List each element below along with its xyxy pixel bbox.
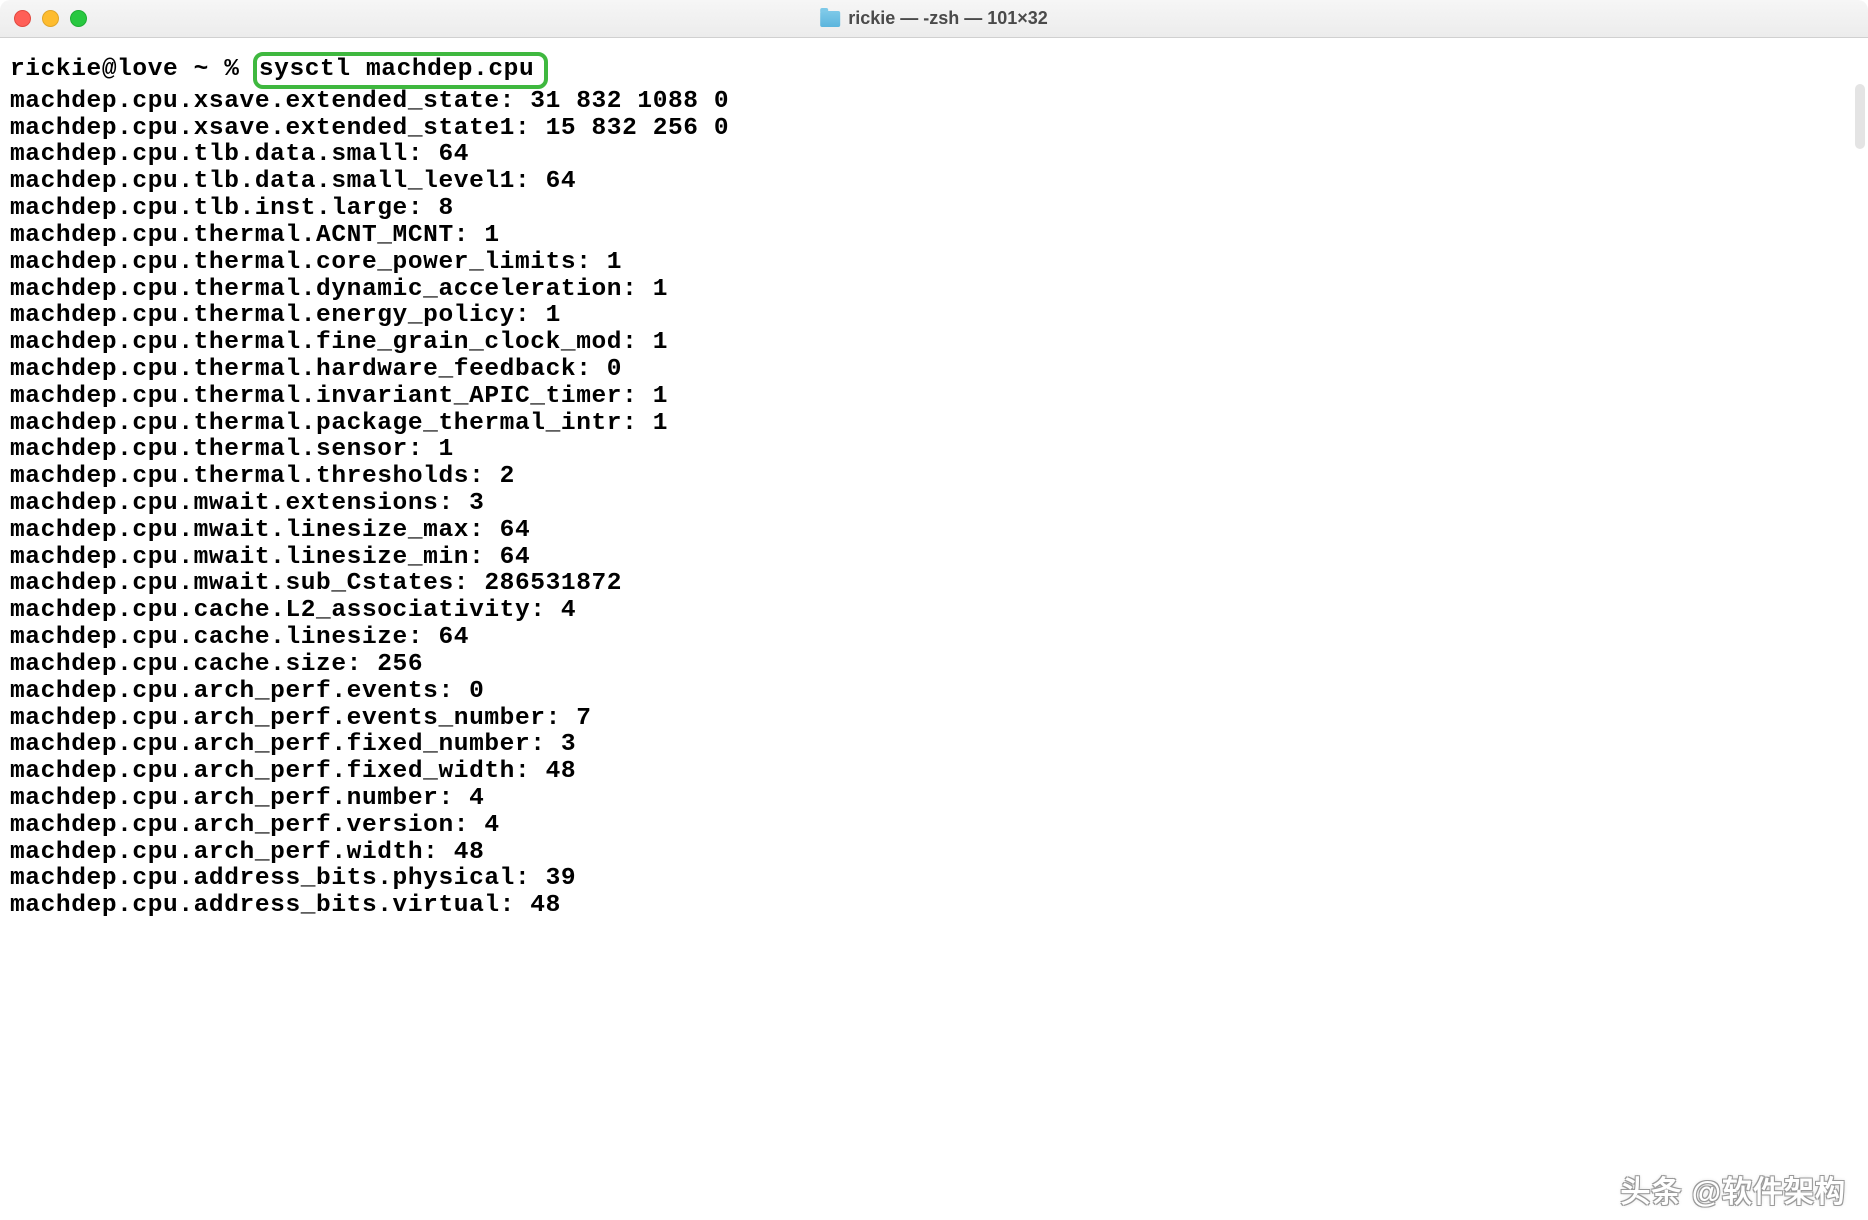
output-line: machdep.cpu.tlb.data.small: 64 — [10, 142, 1860, 169]
output-line: machdep.cpu.mwait.sub_Cstates: 286531872 — [10, 571, 1860, 598]
output-line: machdep.cpu.thermal.energy_policy: 1 — [10, 303, 1860, 330]
output-line: machdep.cpu.thermal.core_power_limits: 1 — [10, 250, 1860, 277]
output-line: machdep.cpu.mwait.linesize_min: 64 — [10, 545, 1860, 572]
output-line: machdep.cpu.thermal.package_thermal_intr… — [10, 411, 1860, 438]
output-line: machdep.cpu.arch_perf.number: 4 — [10, 786, 1860, 813]
output-line: machdep.cpu.thermal.thresholds: 2 — [10, 464, 1860, 491]
window-title: rickie — -zsh — 101×32 — [848, 8, 1048, 29]
watermark-text: 头条 @软件架构 — [1620, 1177, 1846, 1210]
command-highlight: sysctl machdep.cpu — [253, 52, 548, 89]
output-line: machdep.cpu.xsave.extended_state1: 15 83… — [10, 116, 1860, 143]
output-line: machdep.cpu.thermal.ACNT_MCNT: 1 — [10, 223, 1860, 250]
traffic-lights — [14, 10, 87, 27]
output-line: machdep.cpu.mwait.linesize_max: 64 — [10, 518, 1860, 545]
output-line: machdep.cpu.thermal.invariant_APIC_timer… — [10, 384, 1860, 411]
output-line: machdep.cpu.thermal.fine_grain_clock_mod… — [10, 330, 1860, 357]
fullscreen-button[interactable] — [70, 10, 87, 27]
output-line: machdep.cpu.arch_perf.events_number: 7 — [10, 706, 1860, 733]
output-line: machdep.cpu.arch_perf.events: 0 — [10, 679, 1860, 706]
output-line: machdep.cpu.arch_perf.width: 48 — [10, 840, 1860, 867]
output-line: machdep.cpu.cache.size: 256 — [10, 652, 1860, 679]
window-title-group: rickie — -zsh — 101×32 — [820, 8, 1048, 29]
output-line: machdep.cpu.tlb.data.small_level1: 64 — [10, 169, 1860, 196]
titlebar[interactable]: rickie — -zsh — 101×32 — [0, 0, 1868, 38]
close-button[interactable] — [14, 10, 31, 27]
output-line: machdep.cpu.tlb.inst.large: 8 — [10, 196, 1860, 223]
output-line: machdep.cpu.xsave.extended_state: 31 832… — [10, 89, 1860, 116]
terminal-output: machdep.cpu.xsave.extended_state: 31 832… — [10, 89, 1860, 920]
output-line: machdep.cpu.cache.linesize: 64 — [10, 625, 1860, 652]
output-line: machdep.cpu.mwait.extensions: 3 — [10, 491, 1860, 518]
shell-prompt: rickie@love ~ % — [10, 57, 255, 84]
terminal-window: rickie — -zsh — 101×32 rickie@love ~ % s… — [0, 0, 1868, 1220]
output-line: machdep.cpu.arch_perf.version: 4 — [10, 813, 1860, 840]
output-line: machdep.cpu.thermal.hardware_feedback: 0 — [10, 357, 1860, 384]
output-line: machdep.cpu.thermal.sensor: 1 — [10, 437, 1860, 464]
output-line: machdep.cpu.address_bits.physical: 39 — [10, 866, 1860, 893]
minimize-button[interactable] — [42, 10, 59, 27]
output-line: machdep.cpu.arch_perf.fixed_width: 48 — [10, 759, 1860, 786]
prompt-line: rickie@love ~ % sysctl machdep.cpu — [10, 52, 1860, 89]
terminal-body[interactable]: rickie@love ~ % sysctl machdep.cpu machd… — [0, 38, 1868, 1220]
folder-icon — [820, 11, 840, 27]
output-line: machdep.cpu.thermal.dynamic_acceleration… — [10, 277, 1860, 304]
output-line: machdep.cpu.cache.L2_associativity: 4 — [10, 598, 1860, 625]
output-line: machdep.cpu.address_bits.virtual: 48 — [10, 893, 1860, 920]
output-line: machdep.cpu.arch_perf.fixed_number: 3 — [10, 732, 1860, 759]
scrollbar-thumb[interactable] — [1855, 84, 1865, 149]
